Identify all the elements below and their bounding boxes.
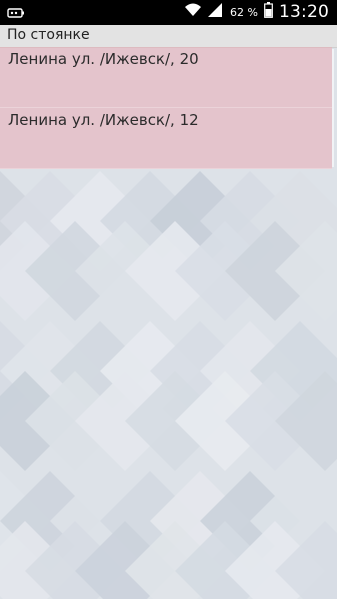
wifi-icon (184, 2, 202, 22)
phone-screen: 62 % 13:20 По стоянке Ленина ул. /Ижевск… (0, 0, 337, 599)
scrollbar[interactable] (332, 49, 334, 167)
battery-percent: 62 % (230, 5, 258, 19)
notification-icon (7, 5, 25, 19)
list-item-label: Ленина ул. /Ижевск/, 20 (8, 50, 199, 68)
list-item-label: Ленина ул. /Ижевск/, 12 (8, 111, 199, 129)
list-item[interactable]: Ленина ул. /Ижевск/, 12 (0, 108, 332, 169)
battery-icon (264, 2, 273, 22)
list-item[interactable]: Ленина ул. /Ижевск/, 20 (0, 47, 332, 108)
parking-list: Ленина ул. /Ижевск/, 20 Ленина ул. /Ижев… (0, 47, 332, 169)
signal-icon (208, 2, 223, 22)
status-time: 13:20 (279, 2, 329, 22)
app-header: По стоянке (0, 25, 337, 48)
page-title: По стоянке (7, 27, 90, 43)
status-bar: 62 % 13:20 (0, 0, 337, 25)
